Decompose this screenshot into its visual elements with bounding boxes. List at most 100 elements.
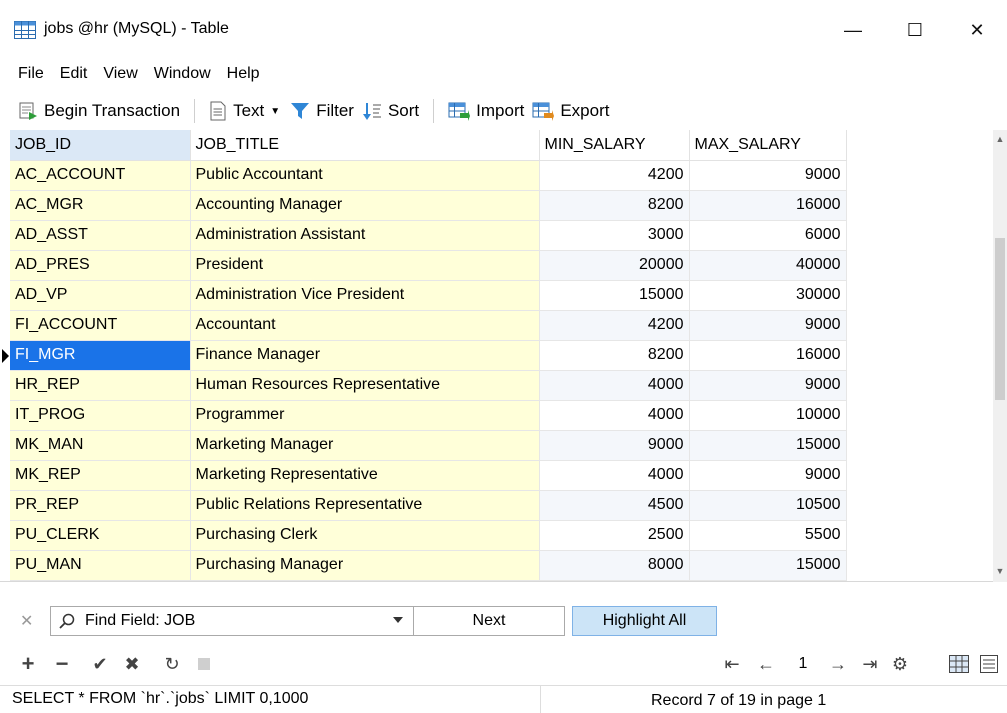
table-row[interactable]: FI_ACCOUNT Accountant 4200 9000 — [10, 310, 847, 341]
vertical-scrollbar[interactable]: ▲ ▼ — [993, 130, 1007, 582]
minimize-button[interactable]: — — [822, 0, 884, 60]
job-title-cell[interactable]: Marketing Manager — [190, 430, 540, 461]
job-title-cell[interactable]: Administration Assistant — [190, 220, 540, 251]
import-button[interactable]: Import — [444, 96, 528, 126]
find-field-input[interactable]: Find Field: JOB — [85, 612, 195, 630]
table-row[interactable]: MK_REP Marketing Representative 4000 9000 — [10, 460, 847, 491]
first-page-icon[interactable]: ⇤ — [718, 650, 746, 678]
min-salary-cell[interactable]: 4000 — [539, 400, 690, 431]
table-row[interactable]: AC_MGR Accounting Manager 8200 16000 — [10, 190, 847, 221]
job-id-cell[interactable]: PU_CLERK — [10, 520, 191, 551]
scroll-up-icon[interactable]: ▲ — [993, 134, 1007, 148]
job-title-cell[interactable]: Accounting Manager — [190, 190, 540, 221]
column-header-min-salary[interactable]: MIN_SALARY — [539, 130, 690, 161]
next-page-icon[interactable]: → — [824, 650, 852, 678]
job-id-cell[interactable]: HR_REP — [10, 370, 191, 401]
max-salary-cell[interactable]: 16000 — [689, 340, 847, 371]
min-salary-cell[interactable]: 2500 — [539, 520, 690, 551]
job-id-cell[interactable]: AC_MGR — [10, 190, 191, 221]
job-id-cell[interactable]: IT_PROG — [10, 400, 191, 431]
min-salary-cell[interactable]: 4500 — [539, 490, 690, 521]
grid-view-icon[interactable] — [946, 650, 972, 678]
job-id-cell[interactable]: MK_REP — [10, 460, 191, 491]
max-salary-cell[interactable]: 10500 — [689, 490, 847, 521]
table-row[interactable]: AC_ACCOUNT Public Accountant 4200 9000 — [10, 160, 847, 191]
job-title-cell[interactable]: President — [190, 250, 540, 281]
column-header-max-salary[interactable]: MAX_SALARY — [689, 130, 847, 161]
table-row[interactable]: AD_PRES President 20000 40000 — [10, 250, 847, 281]
scrollbar-thumb[interactable] — [995, 238, 1005, 400]
table-row[interactable]: PU_MAN Purchasing Manager 8000 15000 — [10, 550, 847, 581]
menu-edit[interactable]: Edit — [52, 60, 96, 88]
last-page-icon[interactable]: ⇥ — [856, 650, 884, 678]
previous-page-icon[interactable]: ← — [752, 650, 780, 678]
menu-window[interactable]: Window — [146, 60, 219, 88]
job-title-cell[interactable]: Finance Manager — [190, 340, 540, 371]
add-record-icon[interactable]: + — [14, 650, 42, 678]
job-title-cell[interactable]: Purchasing Clerk — [190, 520, 540, 551]
menu-view[interactable]: View — [95, 60, 145, 88]
job-id-cell[interactable]: PR_REP — [10, 490, 191, 521]
min-salary-cell[interactable]: 8000 — [539, 550, 690, 581]
menu-file[interactable]: File — [10, 60, 52, 88]
table-row[interactable]: AD_ASST Administration Assistant 3000 6000 — [10, 220, 847, 251]
begin-transaction-button[interactable]: Begin Transaction — [14, 96, 184, 126]
job-title-cell[interactable]: Purchasing Manager — [190, 550, 540, 581]
max-salary-cell[interactable]: 6000 — [689, 220, 847, 251]
max-salary-cell[interactable]: 9000 — [689, 370, 847, 401]
job-id-cell[interactable]: AC_ACCOUNT — [10, 160, 191, 191]
text-button[interactable]: Text ▼ — [205, 96, 286, 126]
job-title-cell[interactable]: Public Accountant — [190, 160, 540, 191]
job-id-cell[interactable]: MK_MAN — [10, 430, 191, 461]
maximize-button[interactable]: ☐ — [884, 0, 946, 60]
table-row[interactable]: HR_REP Human Resources Representative 4000… — [10, 370, 847, 401]
job-id-cell[interactable]: AD_VP — [10, 280, 191, 311]
filter-button[interactable]: Filter — [286, 96, 358, 126]
min-salary-cell[interactable]: 9000 — [539, 430, 690, 461]
find-field-combobox[interactable]: Find Field: JOB — [50, 606, 414, 636]
job-title-cell[interactable]: Marketing Representative — [190, 460, 540, 491]
form-view-icon[interactable] — [976, 650, 1002, 678]
job-title-cell[interactable]: Programmer — [190, 400, 540, 431]
discard-changes-icon[interactable]: ✖ — [118, 650, 146, 678]
highlight-all-button[interactable]: Highlight All — [572, 606, 717, 636]
job-title-cell[interactable]: Administration Vice President — [190, 280, 540, 311]
table-row[interactable]: MK_MAN Marketing Manager 9000 15000 — [10, 430, 847, 461]
job-title-cell[interactable]: Public Relations Representative — [190, 490, 540, 521]
delete-record-icon[interactable]: − — [48, 650, 76, 678]
column-header-job-id[interactable]: JOB_ID — [10, 130, 191, 161]
job-title-cell[interactable]: Accountant — [190, 310, 540, 341]
max-salary-cell[interactable]: 5500 — [689, 520, 847, 551]
max-salary-cell[interactable]: 15000 — [689, 430, 847, 461]
export-button[interactable]: Export — [528, 96, 613, 126]
max-salary-cell[interactable]: 10000 — [689, 400, 847, 431]
min-salary-cell[interactable]: 4200 — [539, 310, 690, 341]
job-id-cell[interactable]: PU_MAN — [10, 550, 191, 581]
max-salary-cell[interactable]: 16000 — [689, 190, 847, 221]
menu-help[interactable]: Help — [219, 60, 268, 88]
next-button[interactable]: Next — [414, 606, 565, 636]
apply-changes-icon[interactable]: ✔ — [86, 650, 114, 678]
sort-button[interactable]: Sort — [358, 96, 423, 126]
min-salary-cell[interactable]: 4000 — [539, 370, 690, 401]
scroll-down-icon[interactable]: ▼ — [993, 566, 1007, 580]
max-salary-cell[interactable]: 9000 — [689, 160, 847, 191]
refresh-icon[interactable]: ↻ — [158, 650, 186, 678]
stop-icon[interactable] — [190, 650, 218, 678]
max-salary-cell[interactable]: 9000 — [689, 310, 847, 341]
chevron-down-icon[interactable] — [393, 617, 403, 623]
min-salary-cell[interactable]: 8200 — [539, 340, 690, 371]
job-id-cell[interactable]: FI_ACCOUNT — [10, 310, 191, 341]
min-salary-cell[interactable]: 4000 — [539, 460, 690, 491]
table-row[interactable]: AD_VP Administration Vice President 15000 3… — [10, 280, 847, 311]
table-row[interactable]: PU_CLERK Purchasing Clerk 2500 5500 — [10, 520, 847, 551]
max-salary-cell[interactable]: 40000 — [689, 250, 847, 281]
min-salary-cell[interactable]: 8200 — [539, 190, 690, 221]
page-number-field[interactable]: 1 — [790, 650, 816, 678]
job-id-cell[interactable]: AD_PRES — [10, 250, 191, 281]
gear-icon[interactable]: ⚙ — [886, 650, 914, 678]
column-header-job-title[interactable]: JOB_TITLE — [190, 130, 540, 161]
table-row[interactable]: IT_PROG Programmer 4000 10000 — [10, 400, 847, 431]
min-salary-cell[interactable]: 15000 — [539, 280, 690, 311]
max-salary-cell[interactable]: 15000 — [689, 550, 847, 581]
